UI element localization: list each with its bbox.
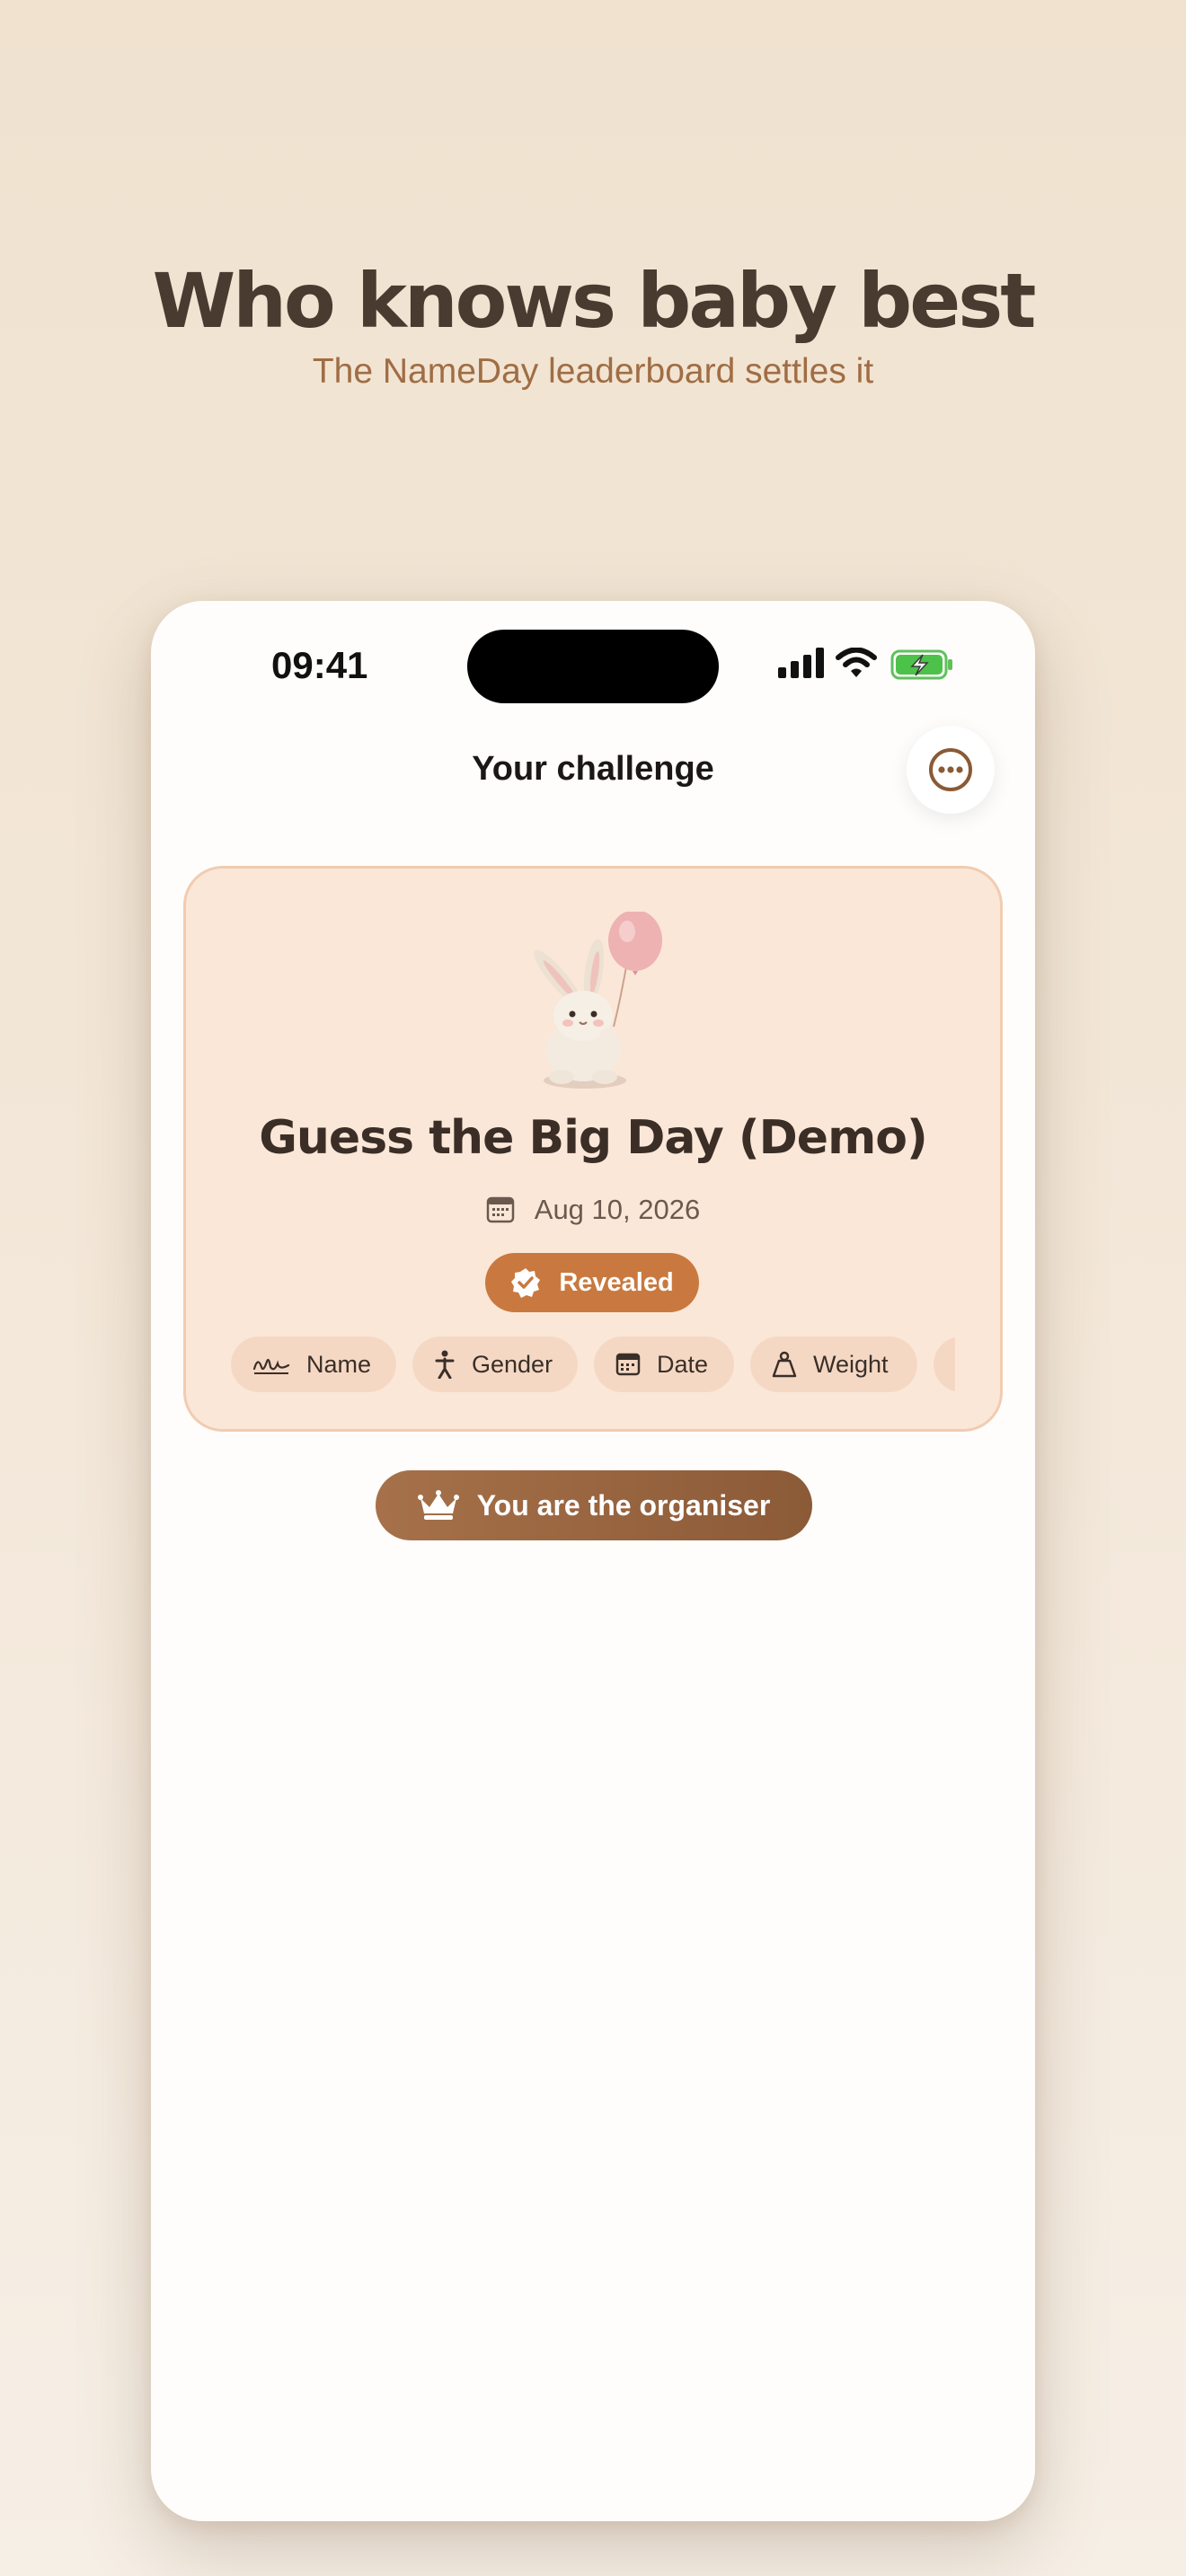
ellipsis-circle-icon — [929, 748, 972, 791]
challenge-date: Aug 10, 2026 — [534, 1194, 701, 1225]
calendar-icon — [615, 1353, 641, 1376]
nav-title: Your challenge — [472, 750, 714, 788]
person-icon — [435, 1350, 455, 1379]
chip-gender-label: Gender — [472, 1350, 553, 1378]
cellular-signal-icon — [778, 648, 824, 678]
challenge-date-row: Aug 10, 2026 — [186, 1194, 1000, 1226]
wifi-icon — [836, 648, 877, 677]
weight-icon — [772, 1351, 797, 1378]
signature-icon — [252, 1358, 290, 1374]
revealed-label: Revealed — [559, 1267, 674, 1297]
status-time: 09:41 — [271, 644, 368, 686]
calendar-icon — [486, 1196, 515, 1223]
category-chips: Name Gender Date Weight — [231, 1337, 955, 1392]
bunny-balloon-illustration — [534, 912, 662, 1089]
challenge-title: Guess the Big Day (Demo) — [259, 1111, 928, 1165]
organiser-label: You are the organiser — [476, 1488, 771, 1522]
crown-icon — [417, 1490, 459, 1520]
chip-weight-label: Weight — [813, 1350, 889, 1378]
chip-date-label: Date — [657, 1350, 709, 1378]
chip-name[interactable]: Name — [231, 1337, 396, 1392]
chip-name-label: Name — [306, 1350, 372, 1378]
chip-gender[interactable]: Gender — [412, 1337, 578, 1392]
chip-weight[interactable]: Weight — [750, 1337, 917, 1392]
revealed-badge: Revealed — [485, 1253, 699, 1312]
battery-charging-icon — [890, 649, 952, 680]
chip-date[interactable]: Date — [594, 1337, 734, 1392]
chip-more[interactable] — [934, 1337, 955, 1392]
checkmark-seal-icon — [511, 1268, 541, 1298]
challenge-card[interactable]: Guess the Big Day (Demo) Aug 10, 2026 Re… — [183, 866, 1003, 1432]
marketing-subheadline: The NameDay leaderboard settles it — [312, 352, 874, 391]
phone-frame: 09:41 Your challenge Guess the Big Day (… — [151, 601, 1035, 2521]
organiser-badge: You are the organiser — [376, 1470, 812, 1540]
dynamic-island — [467, 630, 719, 703]
marketing-headline: Who knows baby best — [152, 257, 1037, 345]
more-options-button[interactable] — [907, 726, 995, 814]
